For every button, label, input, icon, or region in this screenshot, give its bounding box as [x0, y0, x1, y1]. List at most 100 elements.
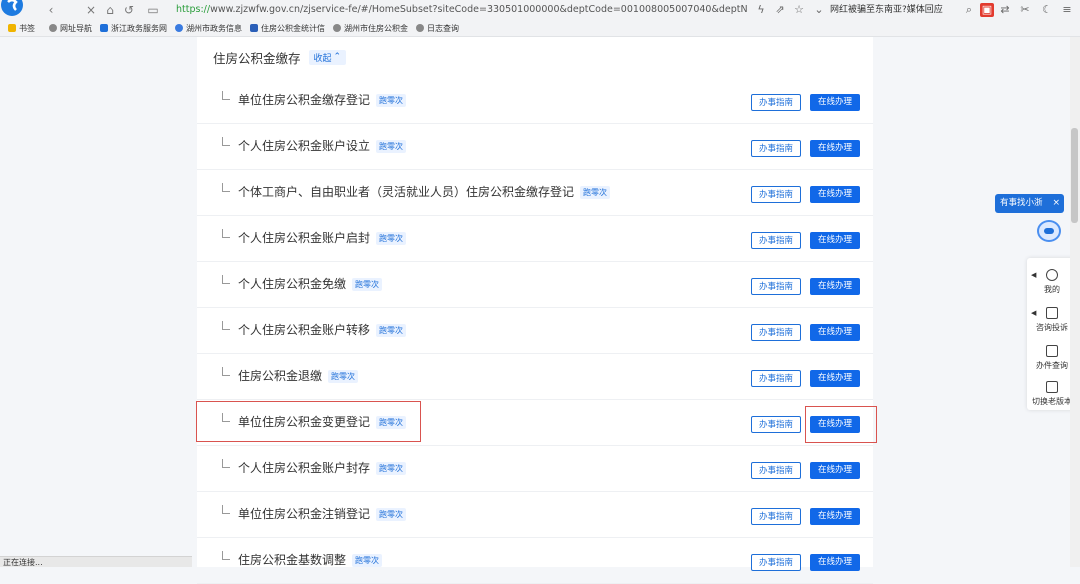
zero-trip-badge: 跑零次: [376, 140, 407, 153]
menu-icon[interactable]: ≡: [1060, 3, 1074, 17]
guide-button[interactable]: 办事指南: [751, 508, 801, 525]
service-title[interactable]: 个人住房公积金账户封存 跑零次: [238, 459, 407, 476]
bookmark-item[interactable]: 湖州市政务信息: [175, 23, 242, 34]
reader-icon[interactable]: ▭: [146, 3, 160, 17]
guide-button[interactable]: 办事指南: [751, 94, 801, 111]
chat-icon: [1046, 307, 1058, 319]
lightning-icon[interactable]: ϟ: [754, 3, 768, 17]
translate-icon[interactable]: ⇄: [998, 3, 1012, 17]
tree-branch-icon: [222, 551, 230, 560]
online-apply-button[interactable]: 在线办理: [810, 508, 860, 525]
browser-chrome: ‹ × ⌂ ↺ ▭ https://www.zjzwfw.gov.cn/zjse…: [0, 0, 1080, 37]
online-apply-button[interactable]: 在线办理: [810, 140, 860, 157]
tree-branch-icon: [222, 91, 230, 100]
star-icon[interactable]: ☆: [792, 3, 806, 17]
scrollbar-thumb[interactable]: [1071, 128, 1078, 223]
status-bar: 正在连接...: [0, 556, 192, 567]
home-icon[interactable]: ⌂: [103, 3, 117, 17]
guide-button[interactable]: 办事指南: [751, 232, 801, 249]
guide-button[interactable]: 办事指南: [751, 370, 801, 387]
back-icon[interactable]: ‹: [44, 3, 58, 17]
service-row: 单位住房公积金缴存登记 跑零次 办事指南 在线办理: [197, 77, 873, 124]
highlight-box: [805, 406, 877, 443]
service-title[interactable]: 个体工商户、自由职业者（灵活就业人员）住房公积金缴存登记 跑零次: [238, 183, 611, 200]
chevron-up-icon: ⌃: [333, 52, 342, 62]
extension-icon[interactable]: ▣: [980, 3, 994, 17]
guide-button[interactable]: 办事指南: [751, 140, 801, 157]
section-header: 住房公积金缴存 收起 ⌃: [213, 47, 347, 67]
zero-trip-badge: 跑零次: [352, 554, 383, 567]
zero-trip-badge: 跑零次: [328, 370, 359, 383]
site-icon: [175, 24, 183, 32]
address-bar[interactable]: https://www.zjzwfw.gov.cn/zjservice-fe/#…: [176, 2, 748, 18]
share-icon[interactable]: ⇗: [773, 3, 787, 17]
service-title[interactable]: 个人住房公积金免缴 跑零次: [238, 275, 383, 292]
globe-icon: [49, 24, 57, 32]
service-title[interactable]: 个人住房公积金账户启封 跑零次: [238, 229, 407, 246]
zero-trip-badge: 跑零次: [376, 462, 407, 475]
bookmark-item[interactable]: 书签: [8, 23, 35, 34]
url-path: www.zjzwfw.gov.cn/zjservice-fe/#/HomeSub…: [210, 4, 748, 15]
tools-icon[interactable]: ✂: [1018, 3, 1032, 17]
online-apply-button[interactable]: 在线办理: [810, 94, 860, 111]
search-box[interactable]: 网红被骗至东南亚?媒体回应: [830, 2, 960, 18]
close-icon[interactable]: ×: [1052, 194, 1060, 213]
guide-button[interactable]: 办事指南: [751, 416, 801, 433]
globe-icon: [333, 24, 341, 32]
star-bookmark-icon: [8, 24, 16, 32]
zero-trip-badge: 跑零次: [376, 508, 407, 521]
user-icon: [1046, 269, 1058, 281]
scrollbar-track[interactable]: [1070, 37, 1080, 567]
tree-branch-icon: [222, 505, 230, 514]
dropdown-icon[interactable]: ⌄: [812, 3, 826, 17]
browser-logo-icon: [1, 0, 23, 16]
guide-button[interactable]: 办事指南: [751, 324, 801, 341]
online-apply-button[interactable]: 在线办理: [810, 324, 860, 341]
search-icon[interactable]: ⌕: [962, 3, 976, 17]
folder-search-icon: [1046, 345, 1058, 357]
service-row: 个人住房公积金免缴 跑零次 办事指南 在线办理: [197, 261, 873, 308]
service-row: 住房公积金退缴 跑零次 办事指南 在线办理: [197, 353, 873, 400]
service-title[interactable]: 个人住房公积金账户设立 跑零次: [238, 137, 407, 154]
online-apply-button[interactable]: 在线办理: [810, 370, 860, 387]
service-title[interactable]: 住房公积金退缴 跑零次: [238, 367, 359, 384]
guide-button[interactable]: 办事指南: [751, 462, 801, 479]
tree-branch-icon: [222, 183, 230, 192]
online-apply-button[interactable]: 在线办理: [810, 462, 860, 479]
tree-branch-icon: [222, 459, 230, 468]
online-apply-button[interactable]: 在线办理: [810, 554, 860, 571]
bookmark-item[interactable]: 湖州市住房公积金: [333, 23, 408, 34]
service-title[interactable]: 单位住房公积金注销登记 跑零次: [238, 505, 407, 522]
zero-trip-badge: 跑零次: [376, 232, 407, 245]
guide-button[interactable]: 办事指南: [751, 554, 801, 571]
tree-branch-icon: [222, 275, 230, 284]
tree-branch-icon: [222, 321, 230, 330]
service-title[interactable]: 住房公积金基数调整 跑零次: [238, 551, 383, 568]
robot-assistant-icon[interactable]: [1037, 220, 1061, 242]
assistant-bubble[interactable]: 有事找小浙 ×: [995, 194, 1064, 213]
bookmark-item[interactable]: 住房公积金统计信: [250, 23, 325, 34]
guide-button[interactable]: 办事指南: [751, 186, 801, 203]
zero-trip-badge: 跑零次: [376, 324, 407, 337]
section-title: 住房公积金缴存: [213, 50, 301, 66]
night-mode-icon[interactable]: ☾: [1040, 3, 1054, 17]
stop-icon[interactable]: ×: [84, 3, 98, 17]
bookmark-item[interactable]: 日志查询: [416, 23, 459, 34]
highlight-box: [196, 401, 421, 442]
collapse-button[interactable]: 收起 ⌃: [308, 49, 347, 65]
service-title[interactable]: 个人住房公积金账户转移 跑零次: [238, 321, 407, 338]
guide-button[interactable]: 办事指南: [751, 278, 801, 295]
bookmark-item[interactable]: 浙江政务服务网: [100, 23, 167, 34]
site-icon: [250, 24, 258, 32]
service-row: 个人住房公积金账户封存 跑零次 办事指南 在线办理: [197, 445, 873, 492]
undo-icon[interactable]: ↺: [122, 3, 136, 17]
service-row: 个人住房公积金账户启封 跑零次 办事指南 在线办理: [197, 215, 873, 262]
bookmark-item[interactable]: 网址导航: [49, 23, 92, 34]
online-apply-button[interactable]: 在线办理: [810, 278, 860, 295]
service-title[interactable]: 单位住房公积金缴存登记 跑零次: [238, 91, 407, 108]
bookmarks-bar: 书签 网址导航 浙江政务服务网 湖州市政务信息 住房公积金统计信 湖州市住房公积…: [0, 20, 1080, 37]
online-apply-button[interactable]: 在线办理: [810, 232, 860, 249]
browser-toolbar: ‹ × ⌂ ↺ ▭ https://www.zjzwfw.gov.cn/zjse…: [0, 0, 1080, 20]
globe-icon: [416, 24, 424, 32]
online-apply-button[interactable]: 在线办理: [810, 186, 860, 203]
